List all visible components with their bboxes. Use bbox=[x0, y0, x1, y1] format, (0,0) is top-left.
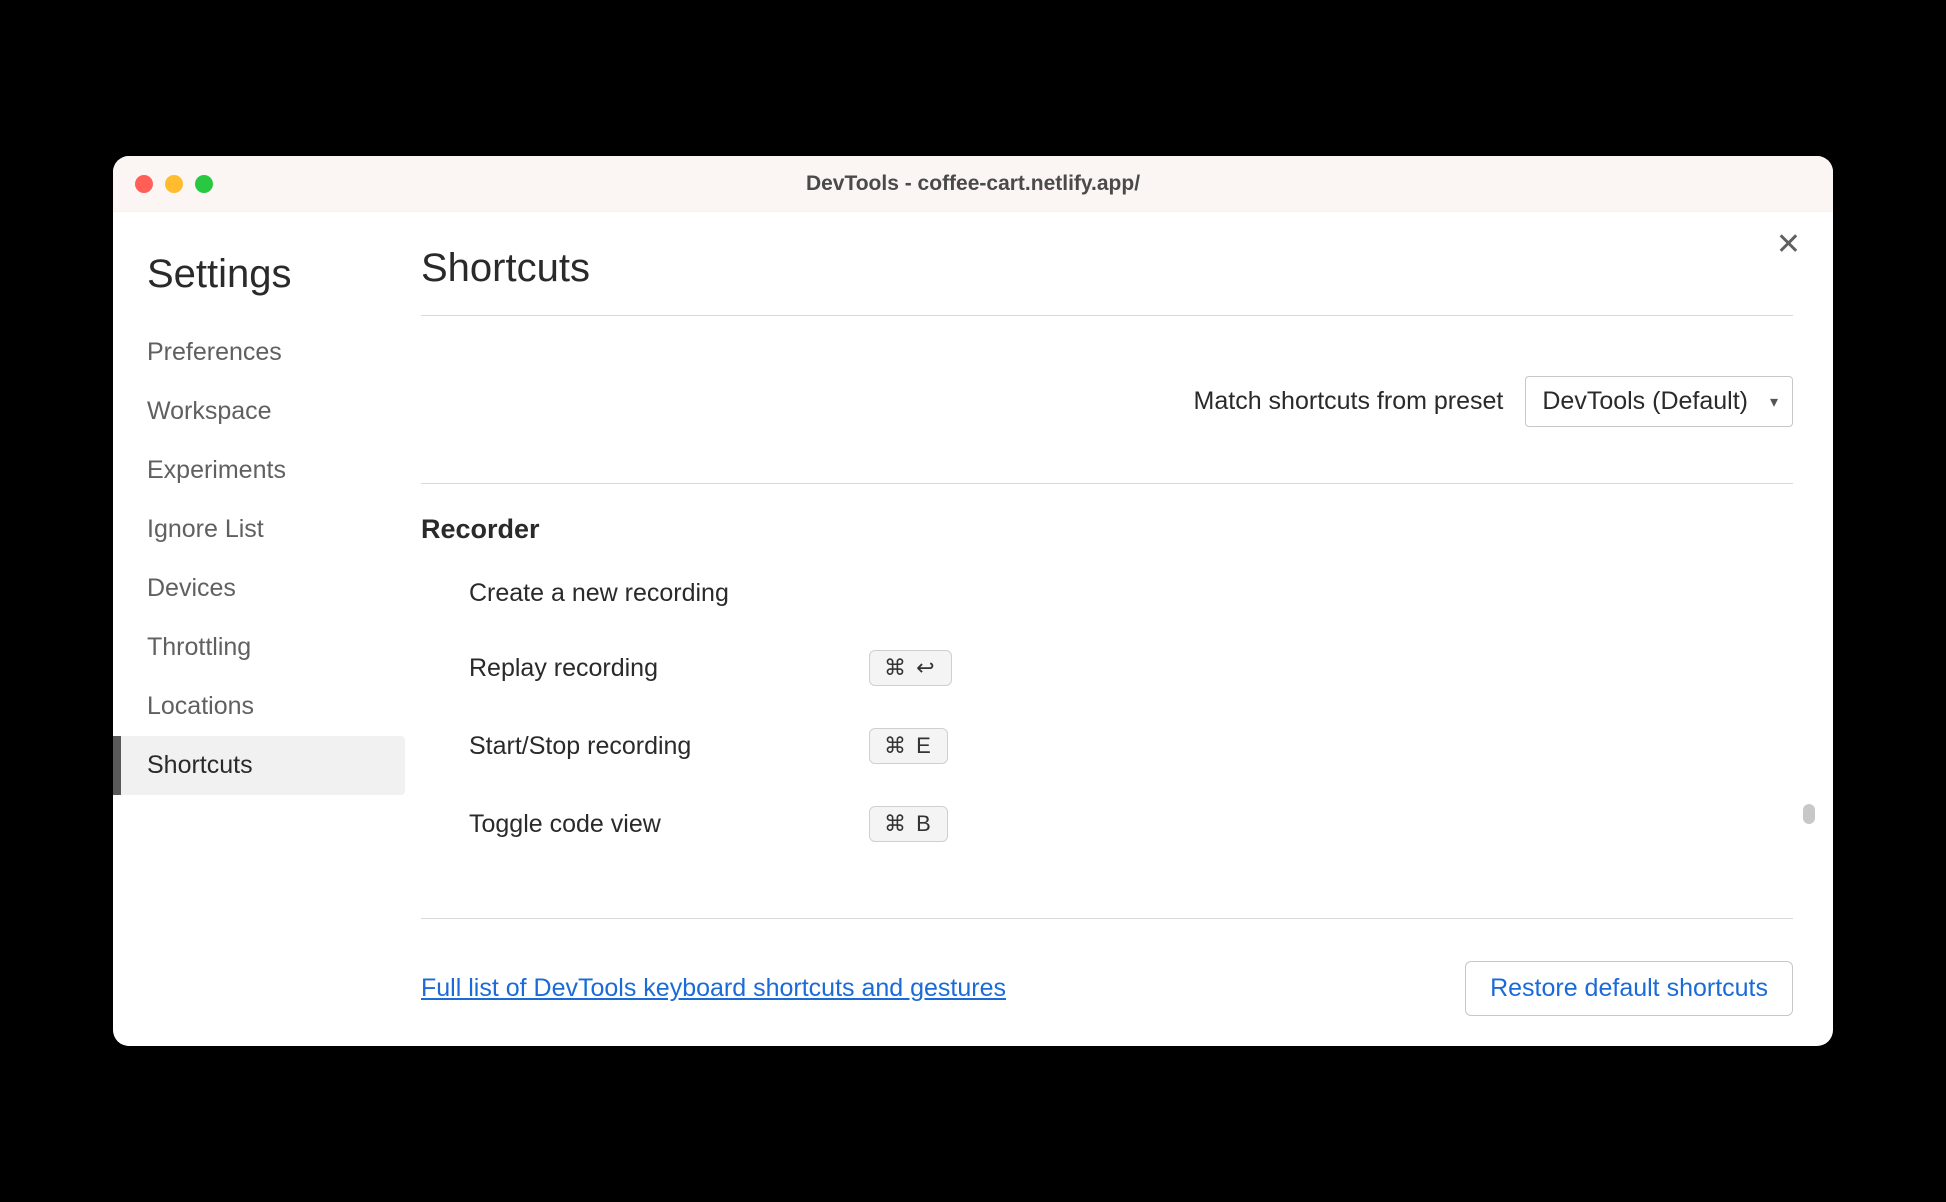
titlebar: DevTools - coffee-cart.netlify.app/ bbox=[113, 156, 1833, 212]
preset-label: Match shortcuts from preset bbox=[1194, 387, 1504, 416]
shortcut-row-start-stop-recording: Start/Stop recording ⌘ E bbox=[421, 728, 1793, 764]
window-title: DevTools - coffee-cart.netlify.app/ bbox=[113, 172, 1833, 196]
chevron-down-icon: ▾ bbox=[1770, 392, 1778, 412]
shortcut-keycap[interactable]: ⌘ E bbox=[869, 728, 948, 764]
preset-select[interactable]: DevTools (Default) ▾ bbox=[1525, 376, 1793, 427]
sidebar-item-ignore-list[interactable]: Ignore List bbox=[147, 500, 393, 559]
shortcut-row-replay-recording: Replay recording ⌘ ↩ bbox=[421, 650, 1793, 686]
devtools-window: DevTools - coffee-cart.netlify.app/ ✕ Se… bbox=[113, 156, 1833, 1046]
sidebar-item-experiments[interactable]: Experiments bbox=[147, 441, 393, 500]
close-settings-button[interactable]: ✕ bbox=[1776, 230, 1801, 260]
sidebar-title: Settings bbox=[147, 252, 393, 297]
full-shortcuts-link[interactable]: Full list of DevTools keyboard shortcuts… bbox=[421, 974, 1006, 1003]
shortcut-label: Start/Stop recording bbox=[469, 732, 869, 761]
shortcut-keycap[interactable]: ⌘ B bbox=[869, 806, 948, 842]
page-title: Shortcuts bbox=[421, 246, 1793, 316]
settings-main: Shortcuts Match shortcuts from preset De… bbox=[393, 234, 1833, 1016]
settings-content: ✕ Settings Preferences Workspace Experim… bbox=[113, 212, 1833, 1046]
sidebar-item-throttling[interactable]: Throttling bbox=[147, 618, 393, 677]
shortcut-label: Toggle code view bbox=[469, 810, 869, 839]
close-window-button[interactable] bbox=[135, 175, 153, 193]
scrollbar-thumb[interactable] bbox=[1803, 804, 1815, 824]
settings-sidebar: Settings Preferences Workspace Experimen… bbox=[113, 234, 393, 1016]
footer-row: Full list of DevTools keyboard shortcuts… bbox=[421, 919, 1793, 1016]
shortcut-row-toggle-code-view: Toggle code view ⌘ B bbox=[421, 806, 1793, 842]
shortcut-label: Replay recording bbox=[469, 654, 869, 683]
zoom-window-button[interactable] bbox=[195, 175, 213, 193]
sidebar-item-workspace[interactable]: Workspace bbox=[147, 382, 393, 441]
shortcut-row-create-recording: Create a new recording bbox=[421, 579, 1793, 608]
sidebar-item-devices[interactable]: Devices bbox=[147, 559, 393, 618]
sidebar-item-shortcuts[interactable]: Shortcuts bbox=[113, 736, 405, 795]
sidebar-item-locations[interactable]: Locations bbox=[147, 677, 393, 736]
shortcut-label: Create a new recording bbox=[469, 579, 869, 608]
shortcut-keycap[interactable]: ⌘ ↩ bbox=[869, 650, 952, 686]
traffic-lights bbox=[135, 175, 213, 193]
minimize-window-button[interactable] bbox=[165, 175, 183, 193]
section-heading-recorder: Recorder bbox=[421, 514, 1793, 545]
preset-value: DevTools (Default) bbox=[1542, 387, 1748, 416]
restore-defaults-button[interactable]: Restore default shortcuts bbox=[1465, 961, 1793, 1016]
shortcuts-panel: Recorder Create a new recording Replay r… bbox=[421, 483, 1793, 919]
sidebar-item-preferences[interactable]: Preferences bbox=[147, 323, 393, 382]
preset-row: Match shortcuts from preset DevTools (De… bbox=[421, 316, 1793, 483]
